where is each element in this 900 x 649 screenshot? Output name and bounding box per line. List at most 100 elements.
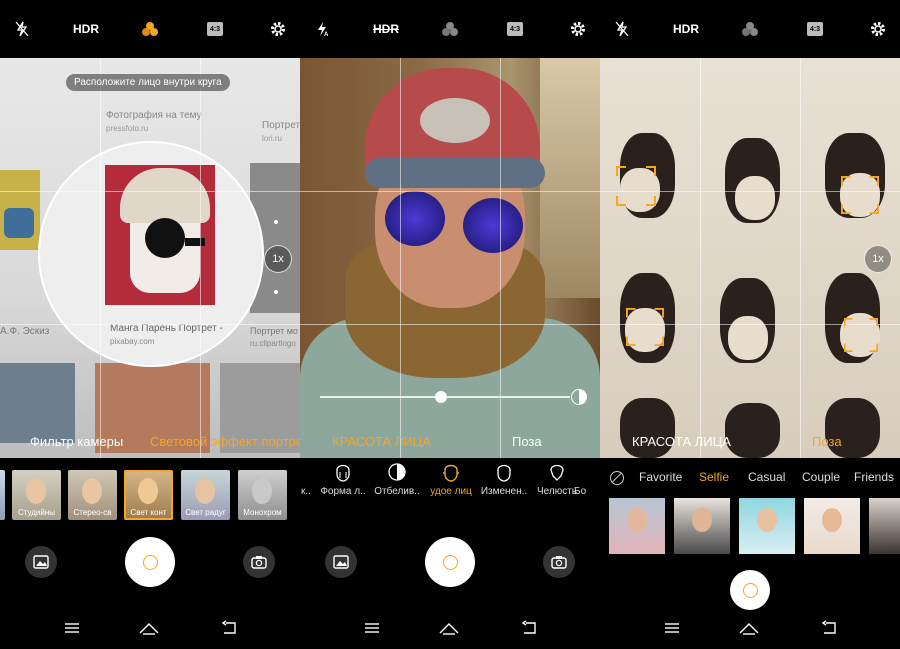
filter-thumbnail[interactable]: Монохром <box>238 470 287 520</box>
grid-line <box>300 191 600 192</box>
screen-caption: А.Ф. Эскиз <box>0 326 50 337</box>
mode-camera-filter[interactable]: Фильтр камеры <box>30 434 123 449</box>
camera-viewfinder[interactable]: КРАСОТА ЛИЦА Поза <box>300 58 600 458</box>
back-icon[interactable] <box>820 620 844 640</box>
grid-line <box>400 58 401 458</box>
switch-camera-button[interactable] <box>243 546 275 578</box>
settings-gear-icon[interactable] <box>568 18 588 40</box>
cap-logo <box>420 98 490 143</box>
contrast-icon[interactable] <box>571 389 587 405</box>
whitening-icon <box>388 463 406 481</box>
pose-tab-friends[interactable]: Friends <box>854 470 894 484</box>
menu-icon[interactable] <box>363 620 387 640</box>
menu-icon[interactable] <box>63 620 87 640</box>
hdr-toggle[interactable]: HDR <box>370 18 402 40</box>
camera-top-bar: HDR 4:3 <box>0 0 300 58</box>
flash-off-icon[interactable] <box>612 18 632 40</box>
camera-viewfinder[interactable]: Фотография на тему pressfoto.ru Портрет … <box>0 58 300 458</box>
aspect-ratio-icon[interactable]: 4:3 <box>804 18 826 40</box>
switch-camera-icon <box>251 556 267 569</box>
mode-face-beauty[interactable]: КРАСОТА ЛИЦА <box>632 434 731 449</box>
hdr-toggle[interactable]: HDR <box>70 18 102 40</box>
back-icon[interactable] <box>520 620 544 640</box>
shutter-ring <box>142 554 158 570</box>
tool-slim-face[interactable]: удое лиц <box>425 462 477 497</box>
thumb-face <box>138 478 158 504</box>
settings-gear-icon[interactable] <box>268 18 288 40</box>
filter-thumbnail[interactable] <box>0 470 5 520</box>
camera-viewfinder[interactable]: 1x КРАСОТА ЛИЦА Поза <box>600 58 900 458</box>
pose-thumbnail[interactable] <box>869 498 900 554</box>
screen-caption-source: ru.clipartlogo <box>250 339 296 348</box>
shutter-button[interactable] <box>730 570 770 610</box>
filter-thumbnail[interactable]: Свет радуг <box>181 470 230 520</box>
zoom-button[interactable]: 1x <box>264 245 292 273</box>
pose-thumbnail[interactable] <box>739 498 795 554</box>
pose-tab-couple[interactable]: Couple <box>802 470 840 484</box>
gallery-button[interactable] <box>25 546 57 578</box>
hdr-toggle[interactable]: HDR <box>670 18 702 40</box>
pose-thumbnail[interactable] <box>674 498 730 554</box>
pose-tab-favorite[interactable]: Favorite <box>639 470 682 484</box>
mode-pose[interactable]: Поза <box>812 434 842 449</box>
filter-thumbnail-selected[interactable]: Свет конт <box>124 470 173 520</box>
tool-label: Челюсть <box>536 486 578 497</box>
grid-line <box>700 58 701 458</box>
filters-icon[interactable] <box>139 18 161 40</box>
pose-thumbnail[interactable] <box>609 498 665 554</box>
zoom-button[interactable]: 1x <box>864 245 892 273</box>
switch-camera-button[interactable] <box>543 546 575 578</box>
screen-caption-source: lori.ru <box>262 134 283 143</box>
tool-label: к.. <box>301 486 311 497</box>
aspect-ratio-icon[interactable]: 4:3 <box>204 18 226 40</box>
grid-line <box>300 324 600 325</box>
gallery-icon <box>33 555 49 569</box>
filter-label: Монохром <box>243 508 282 517</box>
mode-portrait-light[interactable]: Световой эффект портрета <box>150 434 300 449</box>
mode-pose[interactable]: Поза <box>512 434 542 449</box>
panel-face-beauty: A HDR 4:3 КРАСОТА ЛИЦА Поза к.. Форма л.… <box>300 0 600 649</box>
grid-line <box>800 58 801 458</box>
flash-off-icon[interactable] <box>12 18 32 40</box>
shutter-button[interactable] <box>425 537 475 587</box>
sunglasses-left <box>385 191 445 246</box>
flash-auto-icon[interactable]: A <box>312 18 332 40</box>
tool-face-shape[interactable]: Форма л.. <box>317 462 369 497</box>
system-nav-bar <box>300 616 600 646</box>
gallery-button[interactable] <box>325 546 357 578</box>
filters-icon[interactable] <box>739 18 761 40</box>
filter-thumbnail[interactable]: Стерео-св <box>68 470 117 520</box>
filters-icon[interactable] <box>439 18 461 40</box>
face-guide-circle: Манга Парень Портрет - pixabay.com <box>38 141 264 367</box>
aspect-ratio-label: 4:3 <box>807 22 823 36</box>
home-icon[interactable] <box>438 620 462 640</box>
shutter-button[interactable] <box>125 537 175 587</box>
tool-change[interactable]: Изменен.. <box>478 462 530 497</box>
menu-icon[interactable] <box>663 620 687 640</box>
filter-label: Стерео-св <box>73 508 112 517</box>
tool-whitening[interactable]: Отбелив.. <box>371 462 423 497</box>
slim-face-icon <box>443 464 459 482</box>
grid-line <box>500 58 501 458</box>
beauty-slider-handle[interactable] <box>435 391 447 403</box>
pose-thumbnail[interactable] <box>804 498 860 554</box>
none-icon[interactable] <box>610 471 624 485</box>
thumb-face <box>195 478 215 504</box>
filter-label: Свет конт <box>130 508 167 517</box>
aspect-ratio-icon[interactable]: 4:3 <box>504 18 526 40</box>
tool-label: удое лиц <box>430 486 472 497</box>
camera-top-bar: HDR 4:3 <box>600 0 900 58</box>
home-icon[interactable] <box>738 620 762 640</box>
mode-face-beauty[interactable]: КРАСОТА ЛИЦА <box>332 434 431 449</box>
pose-tab-casual[interactable]: Casual <box>748 470 785 484</box>
settings-gear-icon[interactable] <box>868 18 888 40</box>
pose-tab-selfie[interactable]: Selfie <box>699 470 729 484</box>
collage-face <box>728 316 768 360</box>
filter-thumbnail[interactable]: Студийны <box>12 470 61 520</box>
zoom-slider-dot <box>274 290 278 294</box>
back-icon[interactable] <box>220 620 244 640</box>
screen-caption-source: pixabay.com <box>110 337 155 346</box>
switch-camera-icon <box>551 556 567 569</box>
home-icon[interactable] <box>138 620 162 640</box>
tool-item[interactable]: Бо <box>574 486 600 497</box>
